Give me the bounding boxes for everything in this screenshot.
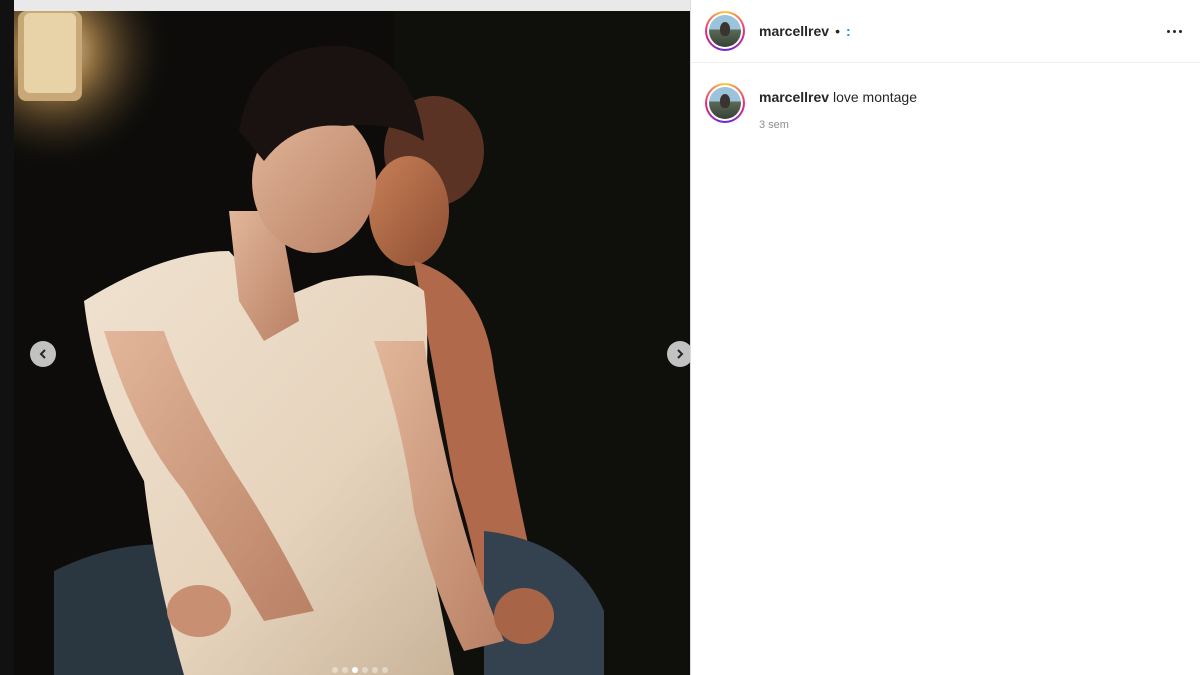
post-side-panel: marcellrev • : marcellrev love montage 3…: [690, 0, 1200, 675]
avatar-image: [709, 15, 741, 47]
post-header: marcellrev • :: [691, 0, 1200, 63]
follow-button[interactable]: :: [846, 23, 851, 39]
carousel-prev-button[interactable]: [30, 341, 56, 367]
photo: [14, 11, 690, 675]
background-strip-left: [0, 0, 14, 675]
chevron-right-icon: [677, 349, 684, 359]
post-media[interactable]: [14, 11, 690, 675]
more-options-button[interactable]: [1162, 19, 1186, 43]
separator-dot: •: [835, 23, 840, 39]
avatar-image: [709, 87, 741, 119]
chevron-left-icon: [39, 349, 46, 359]
caption-body: marcellrev love montage 3 sem: [759, 83, 917, 131]
post-viewer: marcellrev • : marcellrev love montage 3…: [0, 0, 1200, 675]
carousel-next-button[interactable]: [667, 341, 690, 367]
carousel-dot: [342, 667, 348, 673]
caption: marcellrev love montage: [759, 87, 917, 107]
carousel-dot: [362, 667, 368, 673]
post-timestamp[interactable]: 3 sem: [759, 119, 917, 131]
carousel-dot: [382, 667, 388, 673]
caption-row: marcellrev love montage 3 sem: [691, 63, 1200, 131]
author-username[interactable]: marcellrev: [759, 23, 829, 39]
carousel-dot-active: [352, 667, 358, 673]
caption-text: love montage: [832, 89, 918, 105]
carousel-dot: [372, 667, 378, 673]
carousel-dot: [332, 667, 338, 673]
carousel-indicator: [332, 667, 388, 673]
more-horizontal-icon: [1166, 29, 1170, 33]
caption-username[interactable]: marcellrev: [759, 89, 829, 105]
avatar[interactable]: [705, 11, 745, 51]
background-strip: [0, 0, 690, 11]
caption-avatar[interactable]: [705, 83, 745, 123]
